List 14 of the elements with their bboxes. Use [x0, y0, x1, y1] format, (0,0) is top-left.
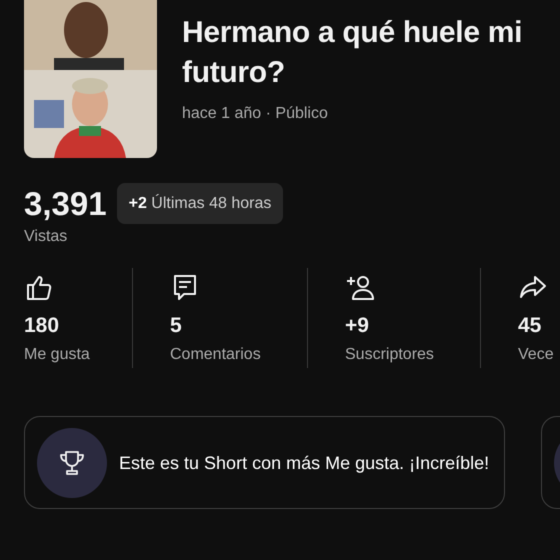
stat-label: Suscriptores [345, 346, 434, 364]
stat-value: 45 [518, 314, 542, 338]
views-label: Vistas [23, 228, 68, 246]
stat-value: 5 [170, 314, 182, 338]
stat-label: Vece [518, 346, 554, 364]
stat-label: Comentarios [170, 346, 261, 364]
video-title: Hermano a qué huele mi futuro? [182, 15, 524, 91]
stat-value: 180 [24, 314, 60, 338]
recent-views-chip: +2 Últimas 48 horas [116, 183, 284, 224]
stat-value: +9 [345, 314, 369, 338]
view-count: 3,391 [24, 184, 107, 222]
stat-label: Me gusta [24, 346, 90, 364]
video-meta: hace 1 año · Público [182, 105, 329, 123]
highlight-text: Este es tu Short con más Me gusta. ¡Increíble! [119, 452, 490, 475]
